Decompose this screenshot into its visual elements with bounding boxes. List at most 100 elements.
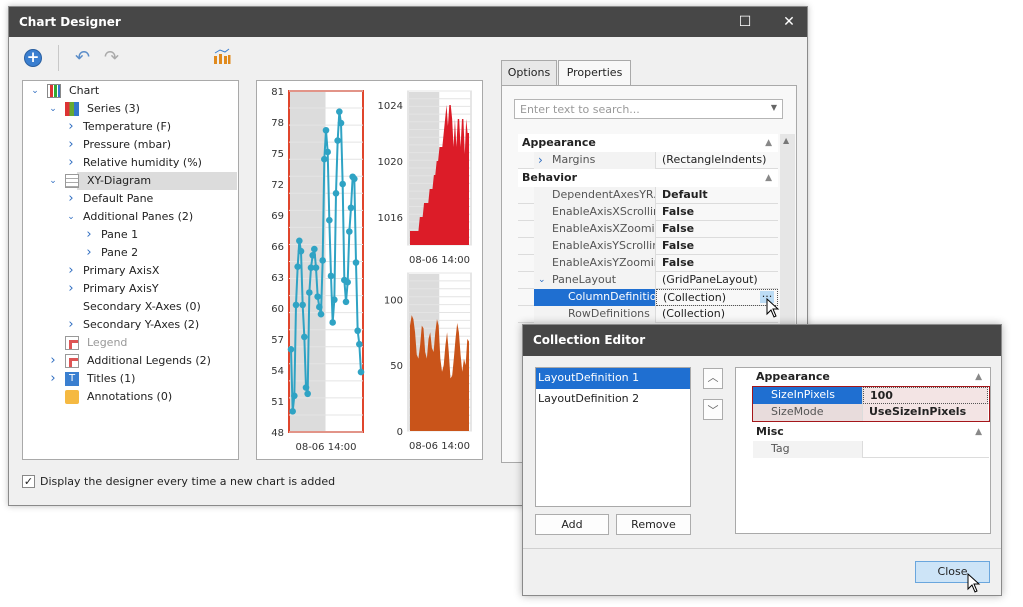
data-point	[289, 408, 296, 415]
close-icon[interactable]: ✕	[774, 7, 804, 37]
tree-item-label: Pane 1	[101, 228, 139, 241]
list-item[interactable]: LayoutDefinition 1	[536, 368, 690, 389]
undo-icon[interactable]: ↶	[75, 47, 90, 68]
property-value[interactable]: (Collection)	[656, 306, 778, 323]
property-value[interactable]: UseSizeInPixels	[863, 404, 988, 421]
tree-item[interactable]: Legend	[23, 334, 237, 352]
mouse-cursor-icon	[967, 573, 981, 593]
property-value[interactable]: (GridPaneLayout)	[656, 272, 778, 289]
chart-icon[interactable]	[213, 47, 231, 65]
property-row[interactable]: PaneLayout ⌄ (GridPaneLayout)	[518, 272, 778, 289]
property-value[interactable]: Default	[656, 187, 778, 204]
tree-item[interactable]: ⌄ Chart	[23, 82, 237, 100]
tree-item[interactable]: › Relative humidity (%)	[23, 154, 237, 172]
expand-chevron-icon[interactable]: ›	[65, 316, 77, 334]
expand-chevron-icon[interactable]: ›	[65, 190, 77, 208]
axis-tick-label: 0	[397, 427, 403, 438]
data-point	[322, 126, 330, 134]
move-down-button[interactable]: ﹀	[703, 399, 723, 420]
collapse-chevron-icon[interactable]: ⌄	[65, 208, 77, 226]
tree-item[interactable]: › Pressure (mbar)	[23, 136, 237, 154]
tree-item[interactable]: › Temperature (F)	[23, 118, 237, 136]
property-row[interactable]: RowDefinitions (Collection)	[518, 306, 778, 323]
axis-tick-label: 69	[271, 211, 284, 222]
property-grid-scrollbar[interactable]: ▲	[780, 134, 795, 334]
property-row[interactable]: EnableAxisYZoomingFalse	[518, 255, 778, 272]
data-point	[306, 289, 313, 296]
collapse-chevron-icon[interactable]: ⌄	[47, 172, 59, 190]
category-misc[interactable]: Misc ▲	[752, 423, 988, 441]
collapse-icon[interactable]: ▲	[765, 134, 772, 152]
property-value[interactable]: (RectangleIndents)	[656, 152, 778, 169]
add-button[interactable]: Add	[535, 514, 609, 535]
property-value[interactable]: False	[656, 221, 778, 238]
expand-chevron-icon[interactable]: ›	[65, 262, 77, 280]
category-appearance[interactable]: Appearance ▲	[752, 368, 988, 386]
tree-item[interactable]: › Default Pane	[23, 190, 237, 208]
tab-options[interactable]: Options	[501, 60, 557, 86]
property-row[interactable]: DependentAxesYR... Default	[518, 187, 778, 204]
expand-chevron-icon[interactable]: ›	[47, 370, 59, 388]
expand-chevron-icon[interactable]: ›	[47, 352, 59, 370]
expand-chevron-icon[interactable]: ›	[65, 154, 77, 172]
property-row[interactable]: SizeInPixels 100	[753, 387, 989, 404]
show-designer-checkbox[interactable]: ✓	[22, 475, 35, 488]
tree-item[interactable]: › Primary AxisX	[23, 262, 237, 280]
tree-item[interactable]: › Secondary Y-Axes (2)	[23, 316, 237, 334]
collection-editor-title-bar: Collection Editor	[523, 325, 1001, 356]
axis-tick-label: 100	[384, 295, 403, 306]
axis-tick-label: 48	[271, 428, 284, 439]
property-row[interactable]: EnableAxisXZoomingFalse	[518, 221, 778, 238]
property-name: EnableAxisYZooming	[534, 255, 656, 272]
tree-item[interactable]: Secondary X-Axes (0)	[23, 298, 237, 316]
axis-tick-label: 63	[271, 273, 284, 284]
tree-item[interactable]: › T Titles (1)	[23, 370, 237, 388]
search-input[interactable]: Enter text to search... ▼	[514, 99, 783, 119]
collapse-chevron-icon[interactable]: ⌄	[29, 82, 41, 100]
collapse-icon[interactable]: ▲	[765, 169, 772, 187]
plus-circle-icon[interactable]: +	[24, 49, 42, 67]
property-row[interactable]: Margins › (RectangleIndents)	[518, 152, 778, 169]
tree-item[interactable]: ⌄ XY-Diagram	[49, 172, 237, 190]
redo-icon[interactable]: ↷	[104, 47, 119, 68]
property-row[interactable]: SizeMode UseSizeInPixels	[753, 404, 989, 421]
expand-chevron-icon[interactable]: ›	[65, 280, 77, 298]
list-item[interactable]: LayoutDefinition 2	[536, 389, 690, 410]
data-point	[342, 298, 350, 306]
chart-preview-canvas: 81 78 75 72 69 66 63 60 57 54 51 48 08-06 14:00 1024 1…	[271, 87, 472, 453]
collapse-chevron-icon[interactable]: ⌄	[538, 272, 546, 288]
scroll-up-icon[interactable]: ▲	[783, 136, 789, 145]
category-behavior[interactable]: Behavior ▲	[518, 169, 778, 187]
property-row[interactable]: EnableAxisYScrolling False	[518, 238, 778, 255]
tree-item[interactable]: ⌄ Additional Panes (2)	[23, 208, 237, 226]
property-row[interactable]: Tag	[753, 441, 989, 458]
tree-item[interactable]: Annotations (0)	[23, 388, 237, 406]
tree-item[interactable]: ⌄ Series (3)	[23, 100, 237, 118]
move-up-button[interactable]: ︿	[703, 368, 723, 389]
expand-chevron-icon[interactable]: ›	[65, 118, 77, 136]
category-appearance[interactable]: Appearance ▲	[518, 134, 778, 152]
tab-properties[interactable]: Properties	[558, 60, 631, 87]
maximize-icon[interactable]: ☐	[730, 7, 760, 37]
tree-item[interactable]: › Pane 2	[23, 244, 237, 262]
property-value[interactable]: False	[656, 238, 778, 255]
property-value[interactable]: 100	[863, 387, 988, 404]
remove-button[interactable]: Remove	[616, 514, 691, 535]
property-row[interactable]: ColumnDefinitions(Collection)...	[518, 288, 778, 306]
property-value[interactable]: False	[656, 204, 778, 221]
tree-item[interactable]: › Primary AxisY	[23, 280, 237, 298]
tree-item[interactable]: › Pane 1	[23, 226, 237, 244]
expand-chevron-icon[interactable]: ›	[83, 244, 95, 262]
property-row[interactable]: EnableAxisXScrolling False	[518, 204, 778, 221]
data-point	[334, 137, 341, 144]
property-value[interactable]	[863, 441, 988, 458]
property-value[interactable]: False	[656, 255, 778, 272]
data-point	[326, 216, 333, 224]
expand-chevron-icon[interactable]: ›	[538, 152, 543, 168]
collapse-chevron-icon[interactable]: ⌄	[47, 100, 59, 118]
data-point	[287, 346, 295, 353]
dropdown-arrow-icon[interactable]: ▼	[771, 103, 777, 112]
tree-item[interactable]: › Additional Legends (2)	[23, 352, 237, 370]
expand-chevron-icon[interactable]: ›	[83, 226, 95, 244]
expand-chevron-icon[interactable]: ›	[65, 136, 77, 154]
